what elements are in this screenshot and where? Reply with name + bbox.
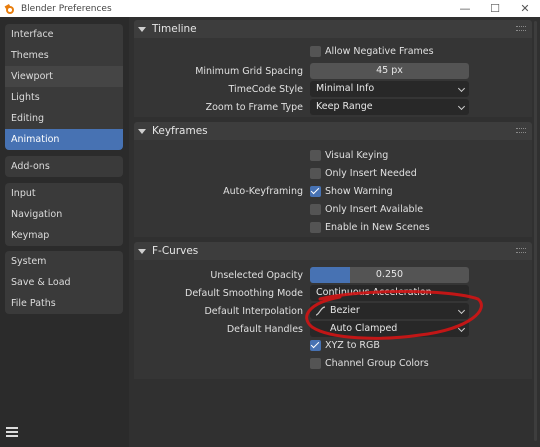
only-insert-needed-label: Only Insert Needed [325, 168, 417, 179]
show-warning-label: Show Warning [325, 186, 393, 197]
default-handles-label: Default Handles [226, 324, 303, 335]
maximize-icon: ☐ [490, 2, 500, 15]
collapse-triangle-icon [138, 248, 146, 254]
chevron-down-icon [457, 324, 466, 333]
default-smoothing-mode-value: Continuous Acceleration [316, 287, 432, 298]
sidebar-item-viewport[interactable]: Viewport [5, 66, 123, 87]
allow-negative-frames-checkbox[interactable]: Allow Negative Frames [310, 46, 434, 57]
window-title: Blender Preferences [21, 3, 112, 14]
allow-negative-frames-label: Allow Negative Frames [325, 46, 434, 57]
drag-grip-icon[interactable] [516, 248, 526, 253]
minimize-button[interactable]: — [450, 0, 480, 17]
default-interpolation-label: Default Interpolation [204, 306, 303, 317]
fcurves-panel-header[interactable]: F-Curves [134, 242, 532, 260]
collapse-triangle-icon [138, 128, 146, 134]
default-smoothing-mode-dropdown[interactable]: Continuous Acceleration [310, 285, 469, 301]
sidebar-item-interface[interactable]: Interface [5, 24, 123, 45]
sidebar-item-addons[interactable]: Add-ons [5, 156, 123, 177]
sidebar-item-editing[interactable]: Editing [5, 108, 123, 129]
chevron-down-icon [457, 102, 466, 111]
fcurves-panel-title: F-Curves [152, 245, 199, 257]
timecode-style-label: TimeCode Style [228, 84, 303, 95]
slider-fill [310, 267, 350, 283]
checkbox-box [310, 358, 321, 369]
checkbox-box [310, 168, 321, 179]
sidebar-group-input: Input Navigation Keymap [5, 183, 123, 246]
enable-in-new-scenes-label: Enable in New Scenes [325, 222, 430, 233]
chevron-down-icon [457, 306, 466, 315]
channel-group-colors-checkbox[interactable]: Channel Group Colors [310, 358, 429, 369]
auto-keyframing-label: Auto-Keyframing [223, 186, 303, 197]
default-interpolation-dropdown[interactable]: Bezier [310, 303, 469, 319]
sidebar-group-addons: Add-ons [5, 156, 123, 177]
only-insert-needed-checkbox[interactable]: Only Insert Needed [310, 168, 417, 179]
unselected-opacity-slider[interactable]: 0.250 [310, 267, 469, 283]
visual-keying-checkbox[interactable]: Visual Keying [310, 150, 388, 161]
title-bar: Blender Preferences — ☐ ✕ [0, 0, 540, 17]
close-button[interactable]: ✕ [510, 0, 540, 17]
close-icon: ✕ [520, 2, 530, 15]
enable-in-new-scenes-checkbox[interactable]: Enable in New Scenes [310, 222, 430, 233]
scrollbar[interactable] [534, 21, 537, 441]
sidebar-item-lights[interactable]: Lights [5, 87, 123, 108]
drag-grip-icon[interactable] [516, 128, 526, 133]
sidebar-group-general: Interface Themes Viewport Lights Editing… [5, 24, 123, 150]
default-handles-dropdown[interactable]: Auto Clamped [310, 321, 469, 337]
xyz-to-rgb-label: XYZ to RGB [325, 340, 380, 351]
only-insert-available-checkbox[interactable]: Only Insert Available [310, 204, 423, 215]
timecode-style-dropdown[interactable]: Minimal Info [310, 81, 469, 97]
sidebar-item-keymap[interactable]: Keymap [5, 225, 123, 246]
zoom-to-frame-type-label: Zoom to Frame Type [205, 102, 303, 113]
default-handles-value: Auto Clamped [330, 323, 398, 334]
checkbox-box [310, 222, 321, 233]
minimize-icon: — [459, 2, 471, 15]
timecode-style-value: Minimal Info [316, 83, 375, 94]
default-interpolation-value: Bezier [330, 305, 360, 316]
sidebar-group-system: System Save & Load File Paths [5, 251, 123, 314]
unselected-opacity-label: Unselected Opacity [210, 270, 303, 281]
sidebar-item-themes[interactable]: Themes [5, 45, 123, 66]
hamburger-menu-icon[interactable] [4, 425, 20, 439]
sidebar: Interface Themes Viewport Lights Editing… [0, 17, 129, 447]
checkbox-box-checked [310, 340, 321, 351]
blender-logo-icon [4, 3, 15, 14]
show-warning-checkbox[interactable]: Show Warning [310, 186, 393, 197]
drag-grip-icon[interactable] [516, 26, 526, 31]
visual-keying-label: Visual Keying [325, 150, 389, 161]
sidebar-item-input[interactable]: Input [5, 183, 123, 204]
bezier-curve-icon [315, 306, 326, 316]
checkbox-box-checked [310, 186, 321, 197]
sidebar-item-file-paths[interactable]: File Paths [5, 293, 123, 314]
keyframes-panel-title: Keyframes [152, 125, 208, 137]
timeline-panel-header[interactable]: Timeline [134, 20, 532, 38]
checkbox-box [310, 150, 321, 161]
sidebar-item-system[interactable]: System [5, 251, 123, 272]
zoom-to-frame-type-value: Keep Range [316, 101, 373, 112]
sidebar-item-save-load[interactable]: Save & Load [5, 272, 123, 293]
default-smoothing-mode-label: Default Smoothing Mode [185, 288, 303, 299]
sidebar-item-navigation[interactable]: Navigation [5, 204, 123, 225]
checkbox-box [310, 204, 321, 215]
chevron-down-icon [457, 84, 466, 93]
collapse-triangle-icon [138, 26, 146, 32]
min-grid-spacing-field[interactable]: 45 px [310, 63, 469, 79]
zoom-to-frame-type-dropdown[interactable]: Keep Range [310, 99, 469, 115]
unselected-opacity-value: 0.250 [375, 269, 404, 280]
preferences-main: Timeline Allow Negative Frames Minimum G… [129, 17, 540, 447]
xyz-to-rgb-checkbox[interactable]: XYZ to RGB [310, 340, 380, 351]
checkbox-box [310, 46, 321, 57]
timeline-panel-title: Timeline [152, 23, 197, 35]
only-insert-available-label: Only Insert Available [325, 204, 424, 215]
maximize-button[interactable]: ☐ [480, 0, 510, 17]
keyframes-panel-header[interactable]: Keyframes [134, 122, 532, 140]
channel-group-colors-label: Channel Group Colors [325, 358, 429, 369]
sidebar-item-animation[interactable]: Animation [5, 129, 123, 150]
min-grid-spacing-label: Minimum Grid Spacing [195, 66, 303, 77]
